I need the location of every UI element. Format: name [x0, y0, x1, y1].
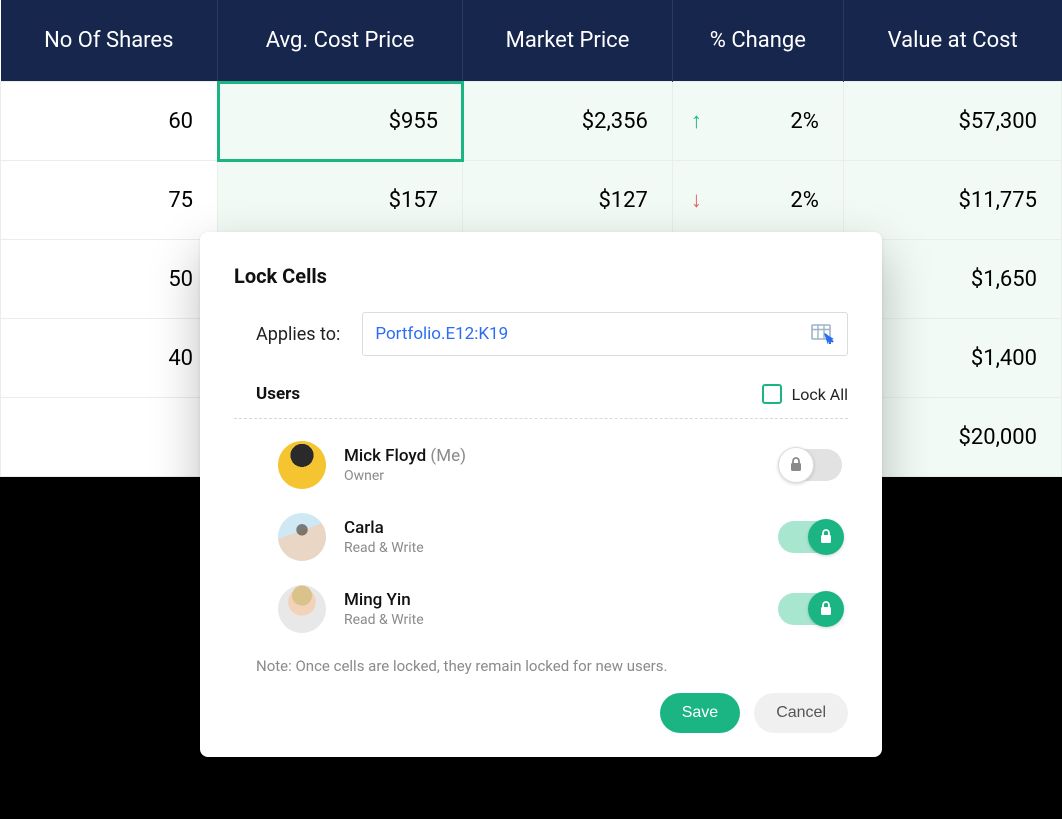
users-header: Users Lock All: [234, 384, 848, 404]
user-name: Mick Floyd (Me): [344, 446, 466, 466]
save-button[interactable]: Save: [660, 693, 740, 733]
avatar: [278, 441, 326, 489]
table-row: 75 $157 $127 ↓ 2% $11,775: [1, 161, 1062, 240]
cell-shares[interactable]: [1, 398, 218, 477]
header-row: No Of Shares Avg. Cost Price Market Pric…: [1, 0, 1062, 82]
cell-value[interactable]: $11,775: [843, 161, 1061, 240]
dialog-actions: Save Cancel: [234, 693, 848, 733]
lock-toggle[interactable]: [778, 449, 842, 481]
col-market[interactable]: Market Price: [463, 0, 673, 82]
col-shares[interactable]: No Of Shares: [1, 0, 218, 82]
change-value: 2%: [790, 109, 818, 134]
user-row: Ming Yin Read & Write: [278, 585, 842, 633]
user-role: Read & Write: [344, 540, 424, 556]
cell-market[interactable]: $2,356: [463, 82, 673, 161]
cell-change[interactable]: ↑ 2%: [672, 82, 843, 161]
arrow-down-icon: ↓: [691, 187, 702, 213]
user-list: Mick Floyd (Me) Owner Carla Read & Write: [234, 441, 848, 633]
cell-avg-cost[interactable]: $955: [218, 82, 463, 161]
range-value: Portfolio.E12:K19: [375, 324, 508, 344]
dialog-title: Lock Cells: [234, 264, 848, 288]
applies-to-label: Applies to:: [256, 324, 340, 345]
col-value[interactable]: Value at Cost: [843, 0, 1061, 82]
lock-toggle[interactable]: [778, 593, 842, 625]
cell-shares[interactable]: 75: [1, 161, 218, 240]
avatar: [278, 513, 326, 561]
cell-shares[interactable]: 50: [1, 240, 218, 319]
arrow-up-icon: ↑: [691, 108, 702, 134]
lock-icon: [808, 591, 844, 627]
user-row: Carla Read & Write: [278, 513, 842, 561]
applies-to-row: Applies to: Portfolio.E12:K19: [234, 312, 848, 356]
table-row: 60 $955 $2,356 ↑ 2% $57,300: [1, 82, 1062, 161]
cell-avg-cost[interactable]: $157: [218, 161, 463, 240]
cell-market[interactable]: $127: [463, 161, 673, 240]
users-section-title: Users: [256, 384, 300, 404]
change-value: 2%: [790, 188, 818, 213]
user-name: Carla: [344, 518, 424, 538]
lock-icon: [778, 447, 814, 483]
user-row: Mick Floyd (Me) Owner: [278, 441, 842, 489]
dialog-note: Note: Once cells are locked, they remain…: [256, 657, 848, 675]
range-input[interactable]: Portfolio.E12:K19: [362, 312, 848, 356]
user-name: Ming Yin: [344, 590, 424, 610]
col-change[interactable]: % Change: [672, 0, 843, 82]
cell-shares[interactable]: 60: [1, 82, 218, 161]
cancel-button[interactable]: Cancel: [754, 693, 848, 733]
user-role: Owner: [344, 468, 466, 484]
lock-cells-dialog: Lock Cells Applies to: Portfolio.E12:K19…: [200, 232, 882, 757]
lock-all-label: Lock All: [792, 385, 848, 404]
separator: [234, 418, 848, 419]
checkbox-icon: [762, 384, 782, 404]
user-role: Read & Write: [344, 612, 424, 628]
lock-all-checkbox[interactable]: Lock All: [762, 384, 848, 404]
cell-shares[interactable]: 40: [1, 319, 218, 398]
avatar: [278, 585, 326, 633]
cell-value[interactable]: $57,300: [843, 82, 1061, 161]
lock-toggle[interactable]: [778, 521, 842, 553]
range-picker-icon[interactable]: [811, 324, 835, 344]
cell-change[interactable]: ↓ 2%: [672, 161, 843, 240]
lock-icon: [808, 519, 844, 555]
col-avg-cost[interactable]: Avg. Cost Price: [218, 0, 463, 82]
